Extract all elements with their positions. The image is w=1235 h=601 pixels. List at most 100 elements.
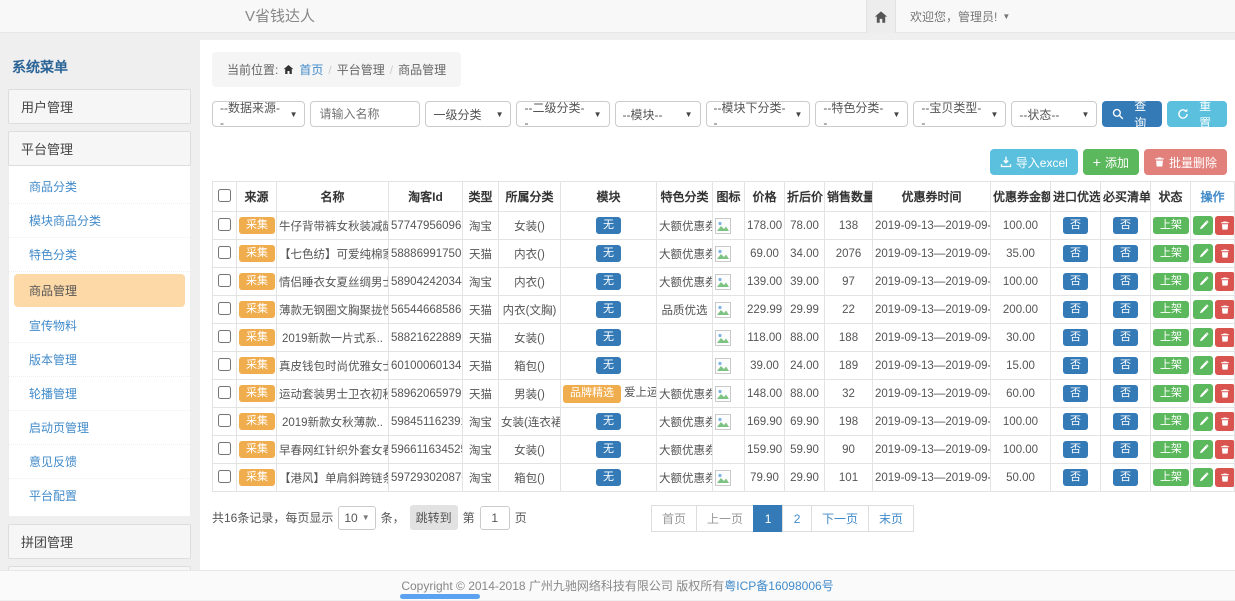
status-badge[interactable]: 上架	[1153, 385, 1189, 402]
edit-button[interactable]	[1193, 244, 1213, 263]
search-button[interactable]: 查询	[1102, 101, 1162, 127]
must-buy-badge[interactable]: 否	[1113, 357, 1138, 374]
pager-button[interactable]: 上一页	[696, 505, 754, 532]
delete-button[interactable]	[1215, 468, 1235, 487]
row-checkbox[interactable]	[218, 302, 231, 315]
delete-button[interactable]	[1215, 412, 1235, 431]
sidebar-sub-item[interactable]: 模块商品分类	[9, 204, 190, 238]
sidebar-sub-item[interactable]: 平台配置	[9, 479, 190, 512]
edit-button[interactable]	[1193, 356, 1213, 375]
jump-to-button[interactable]: 跳转到	[410, 505, 458, 530]
edit-button[interactable]	[1193, 440, 1213, 459]
import-select-badge[interactable]: 否	[1063, 469, 1088, 486]
edit-button[interactable]	[1193, 300, 1213, 319]
import-excel-button[interactable]: 导入excel	[990, 149, 1078, 175]
filter-select[interactable]: --宝贝类型--▼	[913, 101, 1006, 127]
pager-button[interactable]: 下一页	[811, 505, 869, 532]
user-menu[interactable]: 欢迎您，管理员! ▼	[896, 0, 1024, 33]
add-button[interactable]: + 添加	[1083, 149, 1139, 175]
filter-select[interactable]: --二级分类--▼	[516, 101, 609, 127]
sidebar-sub-item[interactable]: 特色分类	[9, 238, 190, 272]
name-search-input[interactable]	[310, 101, 420, 127]
sidebar-sub-item[interactable]: 版本管理	[9, 343, 190, 377]
import-select-badge[interactable]: 否	[1063, 273, 1088, 290]
status-badge[interactable]: 上架	[1153, 217, 1189, 234]
filter-select[interactable]: 一级分类▼	[425, 101, 511, 127]
pager-button[interactable]: 1	[753, 505, 783, 532]
status-badge[interactable]: 上架	[1153, 357, 1189, 374]
row-checkbox[interactable]	[218, 246, 231, 259]
status-badge[interactable]: 上架	[1153, 469, 1189, 486]
must-buy-badge[interactable]: 否	[1113, 329, 1138, 346]
edit-button[interactable]	[1193, 272, 1213, 291]
status-badge[interactable]: 上架	[1153, 273, 1189, 290]
row-checkbox[interactable]	[218, 470, 231, 483]
import-select-badge[interactable]: 否	[1063, 329, 1088, 346]
status-badge[interactable]: 上架	[1153, 301, 1189, 318]
row-checkbox[interactable]	[218, 330, 231, 343]
row-checkbox[interactable]	[218, 414, 231, 427]
filter-select[interactable]: --特色分类--▼	[815, 101, 908, 127]
edit-button[interactable]	[1193, 216, 1213, 235]
delete-button[interactable]	[1215, 244, 1235, 263]
select-all-checkbox[interactable]	[218, 189, 231, 202]
sidebar-sub-item[interactable]: 启动页管理	[9, 411, 190, 445]
edit-button[interactable]	[1193, 412, 1213, 431]
reset-button[interactable]: 重置	[1167, 101, 1227, 127]
jump-page-input[interactable]	[480, 506, 510, 530]
must-buy-badge[interactable]: 否	[1113, 469, 1138, 486]
import-select-badge[interactable]: 否	[1063, 413, 1088, 430]
must-buy-badge[interactable]: 否	[1113, 217, 1138, 234]
icp-link[interactable]: 粤ICP备16098006号	[724, 579, 833, 593]
import-select-badge[interactable]: 否	[1063, 357, 1088, 374]
edit-button[interactable]	[1193, 468, 1213, 487]
must-buy-badge[interactable]: 否	[1113, 385, 1138, 402]
delete-button[interactable]	[1215, 216, 1235, 235]
delete-button[interactable]	[1215, 328, 1235, 347]
import-select-badge[interactable]: 否	[1063, 385, 1088, 402]
horizontal-scrollbar-thumb[interactable]	[400, 594, 480, 599]
delete-button[interactable]	[1215, 272, 1235, 291]
delete-button[interactable]	[1215, 440, 1235, 459]
pager-button[interactable]: 2	[782, 505, 812, 532]
breadcrumb-home-link[interactable]: 首页	[299, 61, 323, 78]
filter-select[interactable]: --状态--▼	[1011, 101, 1097, 127]
must-buy-badge[interactable]: 否	[1113, 301, 1138, 318]
row-checkbox[interactable]	[218, 218, 231, 231]
filter-select[interactable]: --模块下分类--▼	[706, 101, 811, 127]
row-checkbox[interactable]	[218, 358, 231, 371]
import-select-badge[interactable]: 否	[1063, 301, 1088, 318]
data-source-select[interactable]: --数据来源-- ▼	[212, 101, 305, 127]
import-select-badge[interactable]: 否	[1063, 245, 1088, 262]
sidebar-group-item[interactable]: 拼团管理	[8, 524, 191, 559]
pager-button[interactable]: 首页	[651, 505, 697, 532]
status-badge[interactable]: 上架	[1153, 413, 1189, 430]
sidebar-sub-item[interactable]: 轮播管理	[9, 377, 190, 411]
sidebar-sub-item[interactable]: 商品管理	[14, 274, 185, 307]
sidebar-sub-item[interactable]: 意见反馈	[9, 445, 190, 479]
status-badge[interactable]: 上架	[1153, 245, 1189, 262]
import-select-badge[interactable]: 否	[1063, 217, 1088, 234]
edit-button[interactable]	[1193, 384, 1213, 403]
must-buy-badge[interactable]: 否	[1113, 441, 1138, 458]
sidebar-group-item[interactable]: 平台管理	[8, 131, 191, 166]
delete-button[interactable]	[1215, 356, 1235, 375]
delete-button[interactable]	[1215, 384, 1235, 403]
row-checkbox[interactable]	[218, 274, 231, 287]
filter-select[interactable]: --模块--▼	[615, 101, 701, 127]
sidebar-sub-item[interactable]: 宣传物料	[9, 309, 190, 343]
import-select-badge[interactable]: 否	[1063, 441, 1088, 458]
pager-button[interactable]: 末页	[868, 505, 914, 532]
must-buy-badge[interactable]: 否	[1113, 245, 1138, 262]
delete-button[interactable]	[1215, 300, 1235, 319]
status-badge[interactable]: 上架	[1153, 441, 1189, 458]
sidebar-group-item[interactable]: 用户管理	[8, 89, 191, 124]
row-checkbox[interactable]	[218, 442, 231, 455]
row-checkbox[interactable]	[218, 386, 231, 399]
per-page-select[interactable]: 10 ▼	[338, 506, 375, 530]
must-buy-badge[interactable]: 否	[1113, 273, 1138, 290]
sidebar-sub-item[interactable]: 商品分类	[9, 170, 190, 204]
home-nav-button[interactable]	[866, 0, 896, 33]
must-buy-badge[interactable]: 否	[1113, 413, 1138, 430]
edit-button[interactable]	[1193, 328, 1213, 347]
